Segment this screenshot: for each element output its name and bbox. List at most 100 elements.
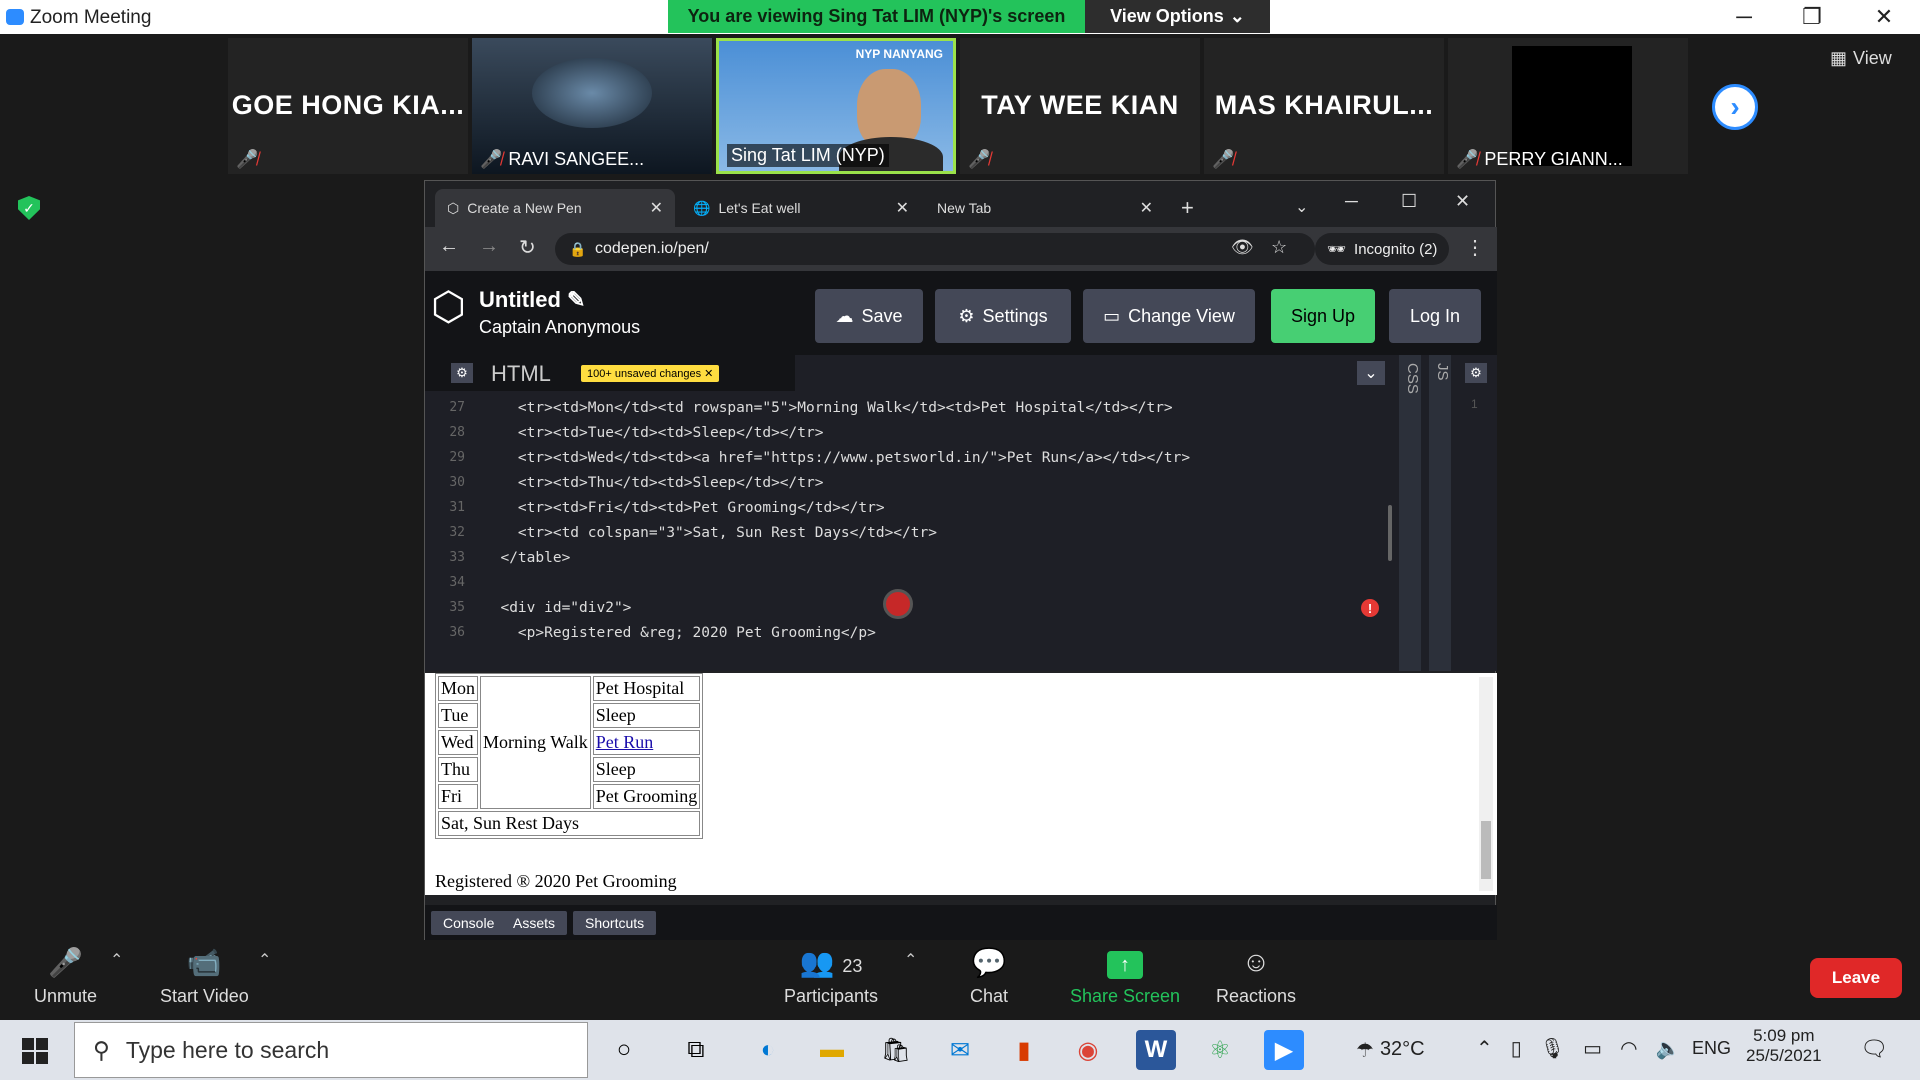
video-options-chevron-icon[interactable]: ⌃ — [258, 950, 271, 970]
browser-close-icon[interactable]: ✕ — [1455, 191, 1470, 212]
settings-button[interactable]: ⚙ Settings — [935, 289, 1071, 343]
new-tab-icon[interactable]: + — [1181, 195, 1194, 221]
code-line[interactable]: 30 <tr><td>Thu</td><td>Sleep</td></tr> — [437, 470, 1387, 495]
start-video-button[interactable]: 📹 Start Video — [160, 946, 249, 1007]
device-icon[interactable]: ▯ — [1511, 1036, 1522, 1061]
preview-scrollbar[interactable] — [1479, 677, 1493, 891]
mail-icon[interactable]: ✉ — [940, 1030, 980, 1070]
signup-button[interactable]: Sign Up — [1271, 289, 1375, 343]
assets-button[interactable]: Assets — [501, 911, 568, 935]
kebab-menu-icon[interactable]: ⋮ — [1465, 235, 1485, 260]
battery-icon[interactable]: ▭ — [1583, 1036, 1602, 1061]
file-explorer-icon[interactable]: ▬ — [812, 1030, 852, 1070]
tab-new-tab[interactable]: New Tab ✕ — [925, 189, 1165, 227]
next-page-button[interactable]: › — [1712, 84, 1758, 130]
login-button[interactable]: Log In — [1389, 289, 1481, 343]
star-icon[interactable]: ☆ — [1271, 237, 1287, 258]
language-indicator[interactable]: ENG — [1692, 1038, 1731, 1059]
code-line[interactable]: 29 <tr><td>Wed</td><td><a href="https://… — [437, 445, 1387, 470]
participant-name: TAY WEE KIAN — [981, 90, 1179, 120]
cortana-icon[interactable]: ○ — [604, 1030, 644, 1070]
tracking-blocked-icon[interactable]: 👁 — [1231, 237, 1254, 258]
participant-tile[interactable]: TAY WEE KIAN 🎤̸ — [960, 38, 1200, 174]
store-icon[interactable]: 🛍 — [876, 1030, 916, 1070]
code-line[interactable]: 36 <p>Registered &reg; 2020 Pet Grooming… — [437, 620, 1387, 645]
mic-icon[interactable]: 🎙 — [1540, 1036, 1565, 1061]
incognito-badge[interactable]: 🕶 Incognito (2) — [1315, 233, 1450, 265]
console-button[interactable]: Console — [431, 911, 507, 935]
participant-tile[interactable]: GOE HONG KIA... 🎤̸ — [228, 38, 468, 174]
url-input[interactable]: 🔒 codepen.io/pen/ — [555, 233, 1315, 265]
tab-create-pen[interactable]: ⬡ Create a New Pen ✕ — [435, 189, 675, 227]
tab-lets-eat-well[interactable]: 🌐 Let's Eat well ✕ — [681, 189, 921, 227]
back-icon[interactable]: ← — [439, 235, 459, 258]
restore-button[interactable]: ❐ — [1794, 4, 1830, 30]
pencil-icon[interactable]: ✎ — [567, 287, 585, 312]
wifi-icon[interactable]: ◠ — [1620, 1036, 1637, 1061]
browser-minimize-icon[interactable]: ─ — [1345, 191, 1358, 212]
browser-maximize-icon[interactable]: ☐ — [1401, 191, 1417, 212]
clock[interactable]: 5:09 pm 25/5/2021 — [1746, 1026, 1822, 1066]
code-line[interactable]: 32 <tr><td colspan="3">Sat, Sun Rest Day… — [437, 520, 1387, 545]
windows-start-icon[interactable] — [22, 1038, 48, 1064]
code-line[interactable]: 34 — [437, 570, 1387, 595]
unmute-button[interactable]: 🎤 Unmute — [34, 946, 97, 1007]
edge-icon[interactable]: ◐ — [748, 1030, 788, 1070]
volume-icon[interactable]: 🔈 — [1656, 1036, 1681, 1061]
js-tab[interactable]: JS — [1429, 355, 1451, 671]
leave-button[interactable]: Leave — [1810, 958, 1902, 998]
editor-settings-icon[interactable]: ⚙ — [451, 363, 473, 383]
close-tab-icon[interactable]: ✕ — [896, 198, 909, 218]
close-tab-icon[interactable]: ✕ — [650, 198, 663, 218]
view-button[interactable]: ▦ View — [1830, 48, 1892, 69]
active-speaker-tile[interactable]: NYP NANYANG Sing Tat LIM (NYP) — [716, 38, 956, 174]
taskbar-search-input[interactable]: ⚲ Type here to search — [74, 1022, 588, 1078]
audio-options-chevron-icon[interactable]: ⌃ — [110, 950, 123, 970]
code-line[interactable]: 27 <tr><td>Mon</td><td rowspan="5">Morni… — [437, 395, 1387, 420]
scrollbar-thumb[interactable] — [1481, 821, 1491, 879]
close-button[interactable]: ✕ — [1866, 4, 1902, 30]
reload-icon[interactable]: ↻ — [519, 235, 536, 260]
participants-button[interactable]: 👥 23 Participants — [784, 946, 878, 1007]
save-button[interactable]: ☁ Save — [815, 289, 923, 343]
participants-chevron-icon[interactable]: ⌃ — [904, 950, 917, 970]
weather-widget[interactable]: ☂ 32°C — [1356, 1038, 1425, 1063]
collapse-editor-button[interactable]: ⌄ — [1357, 361, 1385, 385]
view-options-button[interactable]: View Options ⌄ — [1085, 0, 1270, 33]
pen-title[interactable]: Untitled ✎ — [479, 287, 585, 313]
task-view-icon[interactable]: ⧉ — [676, 1030, 716, 1070]
editor-scrollbar[interactable] — [1388, 505, 1392, 561]
close-icon[interactable]: ✕ — [704, 368, 713, 380]
participant-tile[interactable]: 🎤̸ PERRY GIANN... — [1448, 38, 1688, 174]
minimize-button[interactable]: ─ — [1726, 4, 1762, 30]
tab-search-icon[interactable]: ⌄ — [1295, 197, 1308, 217]
shortcuts-button[interactable]: Shortcuts — [573, 911, 657, 935]
code-line[interactable]: 31 <tr><td>Fri</td><td>Pet Grooming</td>… — [437, 495, 1387, 520]
forward-icon[interactable]: → — [479, 235, 499, 258]
chrome-icon[interactable]: ◉ — [1068, 1030, 1108, 1070]
word-icon[interactable]: W — [1136, 1030, 1176, 1070]
close-tab-icon[interactable]: ✕ — [1140, 198, 1153, 218]
pet-run-link[interactable]: Pet Run — [596, 732, 654, 752]
change-view-button[interactable]: ▭ Change View — [1083, 289, 1255, 343]
atom-icon[interactable]: ⚛ — [1200, 1030, 1240, 1070]
video-background — [532, 58, 652, 128]
office-icon[interactable]: ▮ — [1004, 1030, 1044, 1070]
line-number: 28 — [449, 425, 465, 440]
participant-tile[interactable]: MAS KHAIRUL... 🎤̸ — [1204, 38, 1444, 174]
css-tab[interactable]: CSS — [1399, 355, 1421, 671]
security-shield-icon[interactable]: ✓ — [18, 196, 40, 220]
chat-button[interactable]: 💬 Chat — [970, 946, 1008, 1007]
js-settings-icon[interactable]: ⚙ — [1465, 363, 1487, 383]
codepen-logo-icon[interactable]: ⬡ — [431, 287, 466, 327]
notification-icon[interactable]: 🗨 — [1860, 1036, 1888, 1062]
unsaved-badge[interactable]: 100+ unsaved changes ✕ — [581, 365, 720, 382]
code-line[interactable]: 28 <tr><td>Tue</td><td>Sleep</td></tr> — [437, 420, 1387, 445]
share-screen-button[interactable]: ↑ Share Screen — [1070, 946, 1180, 1007]
code-line[interactable]: 33 </table> — [437, 545, 1387, 570]
show-hidden-icon[interactable]: ⌃ — [1476, 1036, 1493, 1061]
participant-tile[interactable]: 🎤̸ RAVI SANGEE... — [472, 38, 712, 174]
zoom-taskbar-icon[interactable]: ▶ — [1264, 1030, 1304, 1070]
reactions-button[interactable]: ☺ Reactions — [1216, 946, 1296, 1007]
error-icon[interactable]: ! — [1361, 599, 1379, 617]
